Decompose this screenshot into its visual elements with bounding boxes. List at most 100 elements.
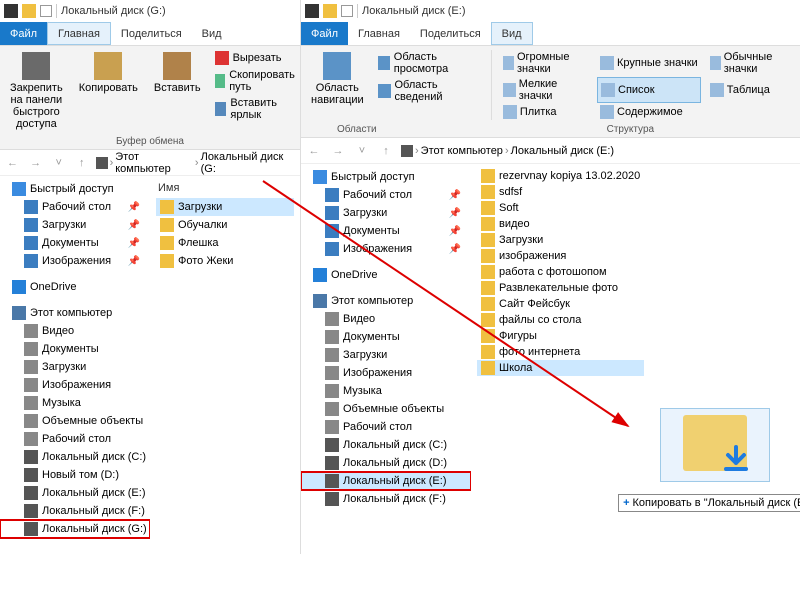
ribbon-copy-button[interactable]: Копировать <box>75 50 142 96</box>
nav-disk-c[interactable]: Локальный диск (C:) <box>0 448 150 466</box>
breadcrumb[interactable]: › Этот компьютер › Локальный диск (G: <box>96 151 296 175</box>
nav-disk-f[interactable]: Локальный диск (F:) <box>301 490 471 508</box>
nav-3dobjects[interactable]: Объемные объекты <box>301 400 471 418</box>
folder-item[interactable]: Обучалки <box>156 216 294 234</box>
menu-file[interactable]: Файл <box>301 22 348 45</box>
drag-drop-target[interactable] <box>660 408 770 482</box>
nav-onedrive[interactable]: OneDrive <box>301 266 471 284</box>
nav-documents[interactable]: Документы📌 <box>0 234 150 252</box>
nav-downloads2[interactable]: Загрузки <box>0 358 150 376</box>
folder-item[interactable]: видео <box>477 216 644 232</box>
nav-video[interactable]: Видео <box>0 322 150 340</box>
view-huge-icons[interactable]: Огромные значки <box>500 50 591 76</box>
nav-back-button[interactable]: ← <box>305 142 323 160</box>
view-list[interactable]: Список <box>597 77 701 103</box>
nav-disk-c[interactable]: Локальный диск (C:) <box>301 436 471 454</box>
nav-pictures2[interactable]: Изображения <box>301 364 471 382</box>
nav-desktop2[interactable]: Рабочий стол <box>0 430 150 448</box>
menu-view[interactable]: Вид <box>192 22 232 45</box>
nav-thispc[interactable]: Этот компьютер <box>0 304 150 322</box>
folder-item[interactable]: Развлекательные фото <box>477 280 644 296</box>
folder-item[interactable]: sdfsf <box>477 184 644 200</box>
view-content[interactable]: Содержимое <box>597 104 701 120</box>
nav-downloads[interactable]: Загрузки📌 <box>301 204 471 222</box>
nav-disk-d[interactable]: Новый том (D:) <box>0 466 150 484</box>
nav-up-button[interactable]: ↑ <box>377 142 395 160</box>
view-normal-icons[interactable]: Обычные значки <box>707 50 794 76</box>
chevron-right-icon[interactable]: › <box>505 145 509 157</box>
nav-downloads[interactable]: Загрузки📌 <box>0 216 150 234</box>
folder-item[interactable]: Soft <box>477 200 644 216</box>
file-list[interactable]: Имя Загрузки Обучалки Флешка Фото Жеки <box>150 176 300 590</box>
menu-home[interactable]: Главная <box>348 22 410 45</box>
folder-item-downloads[interactable]: Загрузки <box>156 198 294 216</box>
nav-disk-e[interactable]: Локальный диск (E:) <box>0 484 150 502</box>
nav-pictures[interactable]: Изображения📌 <box>301 240 471 258</box>
nav-forward-button[interactable]: → <box>27 154 44 172</box>
folder-item-school[interactable]: Школа <box>477 360 644 376</box>
nav-forward-button[interactable]: → <box>329 142 347 160</box>
nav-downloads2[interactable]: Загрузки <box>301 346 471 364</box>
menu-file[interactable]: Файл <box>0 22 47 45</box>
folder-item[interactable]: изображения <box>477 248 644 264</box>
folder-item[interactable]: Фигуры <box>477 328 644 344</box>
nav-video[interactable]: Видео <box>301 310 471 328</box>
chevron-right-icon[interactable]: › <box>195 157 199 169</box>
view-large-icons[interactable]: Крупные значки <box>597 50 701 76</box>
file-list[interactable]: rezervnay kopiya 13.02.2020 sdfsf Soft в… <box>471 164 800 552</box>
nav-3dobjects[interactable]: Объемные объекты <box>0 412 150 430</box>
crumb-pc[interactable]: Этот компьютер <box>115 151 193 175</box>
ribbon-cut-button[interactable]: Вырезать <box>213 50 301 66</box>
ribbon-pin-button[interactable]: Закрепить на панели быстрого доступа <box>6 50 67 132</box>
nav-music[interactable]: Музыка <box>0 394 150 412</box>
nav-documents2[interactable]: Документы <box>301 328 471 346</box>
ribbon-copypath-button[interactable]: Скопировать путь <box>213 68 301 94</box>
nav-recent-button[interactable]: ˅ <box>50 154 67 172</box>
titlebar[interactable]: Локальный диск (G:) <box>0 0 300 22</box>
crumb-drive[interactable]: Локальный диск (G: <box>201 151 296 175</box>
folder-item[interactable]: файлы со стола <box>477 312 644 328</box>
crumb-pc[interactable]: Этот компьютер <box>421 145 503 157</box>
nav-documents2[interactable]: Документы <box>0 340 150 358</box>
folder-item[interactable]: работа с фотошопом <box>477 264 644 280</box>
nav-desktop[interactable]: Рабочий стол📌 <box>0 198 150 216</box>
nav-back-button[interactable]: ← <box>4 154 21 172</box>
menu-view[interactable]: Вид <box>491 22 533 45</box>
nav-pictures[interactable]: Изображения📌 <box>0 252 150 270</box>
menu-share[interactable]: Поделиться <box>410 22 491 45</box>
view-table[interactable]: Таблица <box>707 77 794 103</box>
ribbon-preview-button[interactable]: Область просмотра <box>376 50 483 76</box>
ribbon-paste-button[interactable]: Вставить <box>150 50 205 96</box>
chevron-right-icon[interactable]: › <box>415 145 419 157</box>
nav-onedrive[interactable]: OneDrive <box>0 278 150 296</box>
nav-thispc[interactable]: Этот компьютер <box>301 292 471 310</box>
menu-share[interactable]: Поделиться <box>111 22 192 45</box>
view-tiles[interactable]: Плитка <box>500 104 591 120</box>
chevron-right-icon[interactable]: › <box>110 157 114 169</box>
nav-disk-g[interactable]: Локальный диск (G:) <box>0 520 150 538</box>
nav-recent-button[interactable]: ˅ <box>353 142 371 160</box>
folder-item[interactable]: Сайт Фейсбук <box>477 296 644 312</box>
view-small-icons[interactable]: Мелкие значки <box>500 77 591 103</box>
crumb-drive[interactable]: Локальный диск (E:) <box>511 145 615 157</box>
ribbon-shortcut-button[interactable]: Вставить ярлык <box>213 96 301 122</box>
column-header-name[interactable]: Имя <box>156 180 294 198</box>
folder-item[interactable]: Загрузки <box>477 232 644 248</box>
nav-disk-e[interactable]: Локальный диск (E:) <box>301 472 471 490</box>
nav-disk-f[interactable]: Локальный диск (F:) <box>0 502 150 520</box>
nav-desktop[interactable]: Рабочий стол📌 <box>301 186 471 204</box>
folder-item[interactable]: Флешка <box>156 234 294 252</box>
ribbon-navpane-button[interactable]: Область навигации <box>307 50 368 108</box>
ribbon-details-button[interactable]: Область сведений <box>376 78 483 104</box>
breadcrumb[interactable]: › Этот компьютер › Локальный диск (E:) <box>401 145 614 157</box>
qat-dropdown-icon[interactable] <box>40 5 52 17</box>
qat-dropdown-icon[interactable] <box>341 5 353 17</box>
nav-pictures2[interactable]: Изображения <box>0 376 150 394</box>
nav-up-button[interactable]: ↑ <box>73 154 90 172</box>
nav-music[interactable]: Музыка <box>301 382 471 400</box>
folder-item[interactable]: Фото Жеки <box>156 252 294 270</box>
titlebar[interactable]: Локальный диск (E:) <box>301 0 800 22</box>
nav-documents[interactable]: Документы📌 <box>301 222 471 240</box>
folder-item[interactable]: rezervnay kopiya 13.02.2020 <box>477 168 644 184</box>
nav-disk-d[interactable]: Локальный диск (D:) <box>301 454 471 472</box>
